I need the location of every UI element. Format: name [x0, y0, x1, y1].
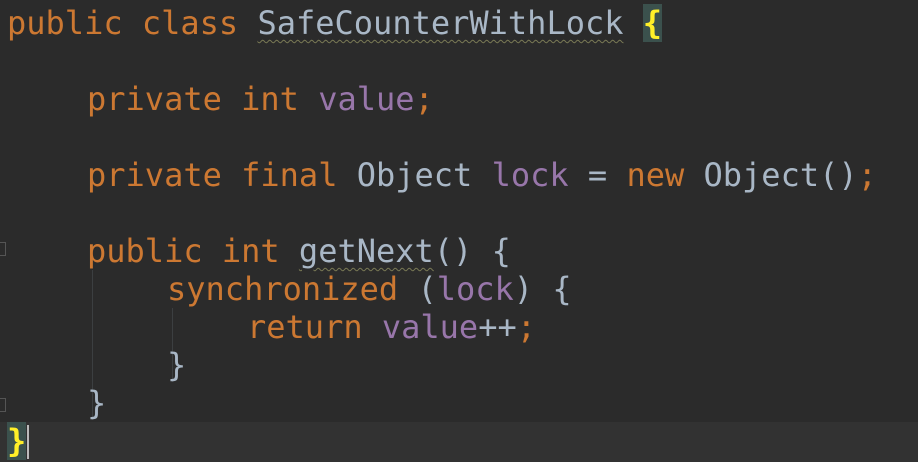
code-editor[interactable]: public class SafeCounterWithLock { priva…	[0, 0, 918, 462]
current-line-highlight	[0, 422, 918, 462]
keyword: int	[221, 232, 280, 270]
semicolon: ;	[516, 308, 536, 346]
semicolon: ;	[857, 156, 877, 194]
method-name: getNext	[298, 232, 434, 270]
keyword: synchronized	[167, 270, 399, 308]
field-name: lock	[436, 270, 514, 308]
matched-brace: {	[642, 4, 663, 42]
keyword: private	[87, 156, 222, 194]
keyword: class	[141, 4, 239, 42]
field-name: value	[381, 308, 479, 346]
code-line-7[interactable]: public int getNext() {	[87, 232, 511, 270]
brace: {	[491, 232, 511, 270]
keyword: return	[247, 308, 363, 346]
keyword: public	[87, 232, 203, 270]
code-line-5[interactable]: private final Object lock = new Object()…	[87, 156, 877, 194]
params: ()	[433, 232, 473, 270]
field-name: lock	[491, 156, 569, 194]
brace: }	[87, 384, 107, 422]
semicolon: ;	[414, 80, 434, 118]
operator: =	[587, 156, 608, 194]
operator: ++	[478, 308, 517, 346]
keyword: public	[7, 4, 123, 42]
code-line-12[interactable]: }	[7, 422, 27, 460]
paren: (	[417, 270, 437, 308]
code-line-9[interactable]: return value++;	[247, 308, 536, 346]
keyword: private	[87, 80, 222, 118]
constructor-call: Object()	[703, 156, 858, 194]
code-line-11[interactable]: }	[87, 384, 106, 422]
paren-brace: ) {	[513, 270, 572, 308]
class-name: SafeCounterWithLock	[257, 4, 624, 42]
code-line-3[interactable]: private int value;	[87, 80, 434, 118]
code-line-1[interactable]: public class SafeCounterWithLock {	[7, 4, 663, 42]
matched-brace: }	[7, 422, 27, 460]
field-name: value	[318, 80, 415, 118]
keyword: int	[241, 80, 299, 118]
type-name: Object	[356, 156, 473, 194]
fold-marker-icon[interactable]	[0, 242, 6, 256]
keyword: new	[626, 156, 685, 194]
code-line-8[interactable]: synchronized (lock) {	[167, 270, 572, 308]
code-line-10[interactable]: }	[167, 346, 186, 384]
text-caret	[27, 425, 29, 459]
keyword: final	[241, 156, 338, 194]
brace: }	[167, 346, 187, 384]
fold-marker-icon[interactable]	[0, 398, 6, 412]
